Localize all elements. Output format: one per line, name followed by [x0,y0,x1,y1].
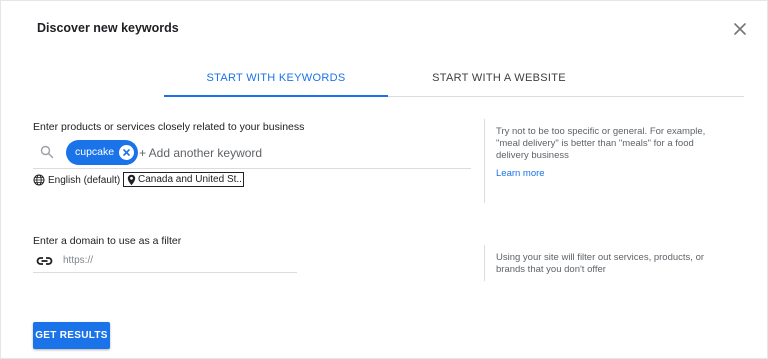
search-icon [40,145,54,159]
language-label: English (default) [48,175,121,186]
close-circle-icon[interactable] [119,145,134,160]
keywords-label: Enter products or services closely relat… [33,121,305,133]
dialog: Discover new keywords START WITH KEYWORD… [0,0,768,359]
learn-more-link[interactable]: Learn more [496,168,545,179]
section-divider [484,119,485,203]
keyword-chip: cupcake [66,140,138,165]
close-icon[interactable] [732,21,748,37]
location-selector[interactable]: Canada and United St... [123,172,244,187]
section-divider [484,245,485,281]
location-pin-icon [127,174,136,186]
tab-start-with-keywords[interactable]: START WITH KEYWORDS [164,63,388,97]
dialog-title: Discover new keywords [37,21,179,35]
location-label: Canada and United St... [138,174,242,185]
keyword-input-row[interactable]: cupcake [33,138,471,169]
keyword-chip-label: cupcake [75,146,115,158]
link-icon [36,254,53,266]
keywords-help-text: Try not to be too specific or general. F… [496,126,706,161]
domain-input-row[interactable] [33,248,297,273]
tab-bar: START WITH KEYWORDS START WITH A WEBSITE [164,63,744,97]
add-keyword-input[interactable] [139,143,459,163]
domain-label: Enter a domain to use as a filter [33,235,182,247]
domain-help-text: Using your site will filter out services… [496,252,705,275]
tab-start-with-a-website[interactable]: START WITH A WEBSITE [388,63,610,96]
get-results-button[interactable]: GET RESULTS [33,322,110,349]
domain-input[interactable] [63,252,283,268]
globe-icon [33,174,45,186]
